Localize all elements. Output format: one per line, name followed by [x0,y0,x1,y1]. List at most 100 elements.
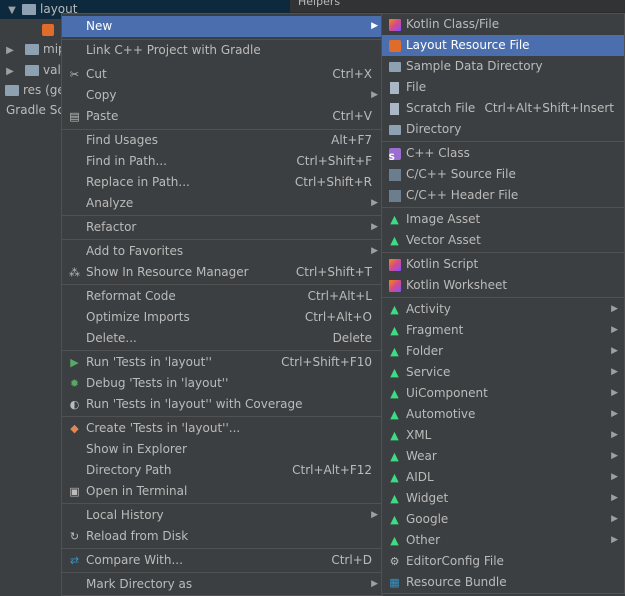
separator [382,141,624,142]
submenu-item-widget[interactable]: ▲ Widget ▶ [382,488,624,509]
terminal-icon: ▣ [69,485,80,498]
cpp-header-icon [388,189,401,202]
chevron-right-icon: ▶ [611,430,618,440]
submenu-item-directory[interactable]: Directory [382,119,624,140]
submenu-item-wear[interactable]: ▲ Wear ▶ [382,446,624,467]
menu-item-run-tests[interactable]: ▶ Run 'Tests in 'layout'' Ctrl+Shift+F10 [62,352,382,373]
menu-item-find-usages[interactable]: Find Usages Alt+F7 [62,130,382,151]
tree-item-res[interactable]: res (ge [0,80,65,100]
menu-item-show-resource-manager[interactable]: ⁂ Show In Resource Manager Ctrl+Shift+T [62,262,382,283]
chevron-right-icon: ▶ [611,388,618,398]
menu-item-delete[interactable]: Delete... Delete [62,328,382,349]
reload-icon: ↻ [69,530,80,543]
menu-item-copy[interactable]: Copy ▶ [62,85,382,106]
submenu-item-aidl[interactable]: ▲ AIDL ▶ [382,467,624,488]
android-icon: ▲ [390,429,399,442]
chevron-right-icon: ▶ [371,21,378,31]
submenu-item-cpp-class[interactable]: S C++ Class [382,143,624,164]
tree-item-xml-file[interactable] [42,19,54,39]
separator [62,416,382,417]
submenu-item-resource-bundle[interactable]: ▦ Resource Bundle [382,572,624,593]
clipboard-icon: ▤ [69,110,80,123]
submenu-item-sample-data[interactable]: Sample Data Directory [382,56,624,77]
chevron-right-icon: ▶ [611,325,618,335]
submenu-item-cpp-header[interactable]: C/C++ Header File [382,185,624,206]
chevron-right-icon[interactable]: ▶ [4,41,16,61]
chevron-right-icon: ▶ [611,493,618,503]
tree-item-values[interactable]: ▶ valu [0,60,68,80]
submenu-item-layout-resource[interactable]: Layout Resource File [382,35,624,56]
submenu-item-folder[interactable]: ▲ Folder ▶ [382,341,624,362]
file-icon [390,81,399,94]
menu-item-open-terminal[interactable]: ▣ Open in Terminal [62,481,382,502]
menu-item-mark-directory[interactable]: Mark Directory as ▶ [62,574,382,595]
chevron-right-icon: ▶ [611,535,618,545]
separator [62,503,382,504]
menu-item-run-coverage[interactable]: ◐ Run 'Tests in 'layout'' with Coverage [62,394,382,415]
menu-item-directory-path[interactable]: Directory Path Ctrl+Alt+F12 [62,460,382,481]
chevron-right-icon: ▶ [611,514,618,524]
submenu-item-activity[interactable]: ▲ Activity ▶ [382,299,624,320]
kotlin-script-icon [388,258,401,271]
menu-item-refactor[interactable]: Refactor ▶ [62,217,382,238]
scratch-file-icon [390,102,399,115]
menu-item-show-explorer[interactable]: Show in Explorer [62,439,382,460]
menu-item-debug-tests[interactable]: ✹ Debug 'Tests in 'layout'' [62,373,382,394]
android-icon: ▲ [390,471,399,484]
android-icon: ▲ [390,324,399,337]
new-submenu: Kotlin Class/File Layout Resource File S… [381,13,625,594]
helpers-tab[interactable]: Helpers [290,0,625,13]
folder-icon [25,65,39,76]
menu-item-local-history[interactable]: Local History ▶ [62,505,382,526]
submenu-item-kotlin-worksheet[interactable]: Kotlin Worksheet [382,275,624,296]
android-icon: ▲ [390,387,399,400]
tree-item-mipmap[interactable]: ▶ mip [0,39,66,59]
tree-item-gradle-scripts[interactable]: Gradle Scr [0,100,69,120]
android-icon: ▲ [390,492,399,505]
separator [62,284,382,285]
menu-item-analyze[interactable]: Analyze ▶ [62,193,382,214]
submenu-item-other[interactable]: ▲ Other ▶ [382,530,624,551]
submenu-item-file[interactable]: File [382,77,624,98]
android-icon: ▲ [390,534,399,547]
resource-bundle-icon: ▦ [389,576,400,589]
folder-icon [388,124,401,135]
menu-item-optimize-imports[interactable]: Optimize Imports Ctrl+Alt+O [62,307,382,328]
menu-item-find-in-path[interactable]: Find in Path... Ctrl+Shift+F [62,151,382,172]
kotlin-icon [388,18,401,31]
submenu-item-cpp-source[interactable]: C/C++ Source File [382,164,624,185]
chevron-right-icon: ▶ [611,304,618,314]
menu-item-link-cpp[interactable]: Link C++ Project with Gradle [62,40,382,61]
submenu-item-uicomponent[interactable]: ▲ UiComponent ▶ [382,383,624,404]
chevron-right-icon: ▶ [611,346,618,356]
folder-icon [388,61,401,72]
android-icon: ▲ [390,213,399,226]
menu-item-cut[interactable]: ✂ Cut Ctrl+X [62,64,382,85]
submenu-item-google[interactable]: ▲ Google ▶ [382,509,624,530]
chevron-right-icon: ▶ [371,90,378,100]
menu-item-reload[interactable]: ↻ Reload from Disk [62,526,382,547]
submenu-item-kotlin-class[interactable]: Kotlin Class/File [382,14,624,35]
submenu-item-editorconfig[interactable]: ⚙ EditorConfig File [382,551,624,572]
separator [62,350,382,351]
submenu-item-service[interactable]: ▲ Service ▶ [382,362,624,383]
submenu-item-vector-asset[interactable]: ▲ Vector Asset [382,230,624,251]
menu-item-create-tests[interactable]: ◆ Create 'Tests in 'layout''... [62,418,382,439]
android-icon: ▲ [390,513,399,526]
menu-item-paste[interactable]: ▤ Paste Ctrl+V [62,106,382,127]
submenu-item-image-asset[interactable]: ▲ Image Asset [382,209,624,230]
submenu-item-scratch[interactable]: Scratch File Ctrl+Alt+Shift+Insert [382,98,624,119]
menu-item-reformat[interactable]: Reformat Code Ctrl+Alt+L [62,286,382,307]
submenu-item-xml[interactable]: ▲ XML ▶ [382,425,624,446]
submenu-item-kotlin-script[interactable]: Kotlin Script [382,254,624,275]
chevron-down-icon[interactable]: ▼ [6,1,18,21]
submenu-item-fragment[interactable]: ▲ Fragment ▶ [382,320,624,341]
android-icon: ▲ [390,450,399,463]
menu-item-new[interactable]: New ▶ [62,16,382,37]
chevron-right-icon[interactable]: ▶ [4,62,16,82]
compare-icon: ⇄ [69,554,80,567]
menu-item-add-favorites[interactable]: Add to Favorites ▶ [62,241,382,262]
menu-item-replace-in-path[interactable]: Replace in Path... Ctrl+Shift+R [62,172,382,193]
submenu-item-automotive[interactable]: ▲ Automotive ▶ [382,404,624,425]
menu-item-compare-with[interactable]: ⇄ Compare With... Ctrl+D [62,550,382,571]
